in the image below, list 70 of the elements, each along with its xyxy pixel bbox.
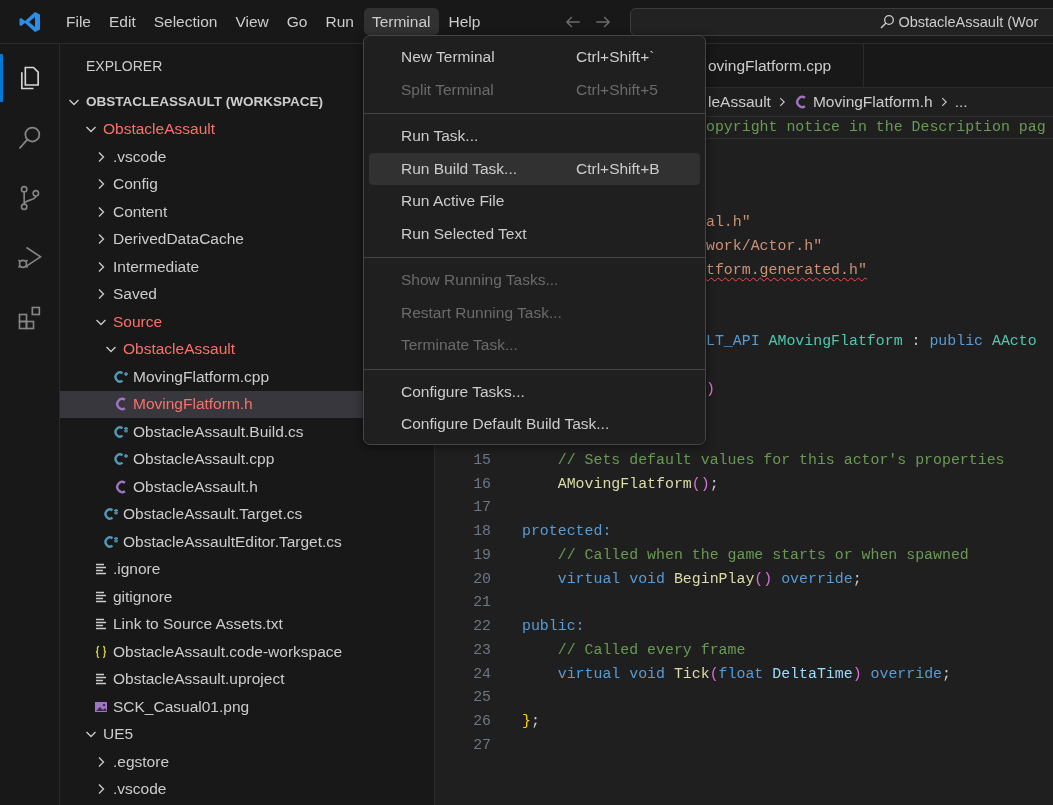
breadcrumb-item[interactable]: leAssault [708, 92, 771, 111]
tree-item[interactable]: ObstacleAssault.h [60, 473, 434, 501]
menu-item[interactable]: Edit [101, 8, 144, 35]
csharp-file-icon [103, 533, 119, 550]
code-line: // Sets default values for this actor's properties [556, 451, 1005, 468]
menu-item[interactable]: Run [317, 8, 362, 35]
line-number: 24 [473, 665, 491, 682]
code-line: public: [522, 618, 585, 635]
tree-item[interactable]: ObstacleAssault.cpp [60, 445, 434, 473]
code-line: al.h" [706, 214, 751, 231]
breadcrumb-item[interactable]: MovingFlatform.h [812, 92, 933, 111]
tree-item[interactable]: .ignore [60, 555, 434, 583]
code-line: }; [522, 713, 540, 730]
menu-item[interactable]: File [58, 8, 99, 35]
code-line: protected: [522, 523, 612, 540]
menu-option[interactable]: New Terminal Ctrl+Shift+` [369, 41, 700, 74]
menu-option[interactable]: Run Selected Text [369, 217, 700, 250]
csharp-file-icon [113, 423, 129, 440]
code-line: AMovingFlatform(); [556, 475, 719, 492]
code-line: virtual void BeginPlay() override; [556, 570, 862, 587]
line-number: 16 [473, 475, 491, 492]
line-number: 20 [473, 570, 491, 587]
tree-item[interactable]: ObstacleAssault.uproject [60, 665, 434, 693]
tree-item[interactable]: ObstacleAssaultEditor.Target.cs [60, 528, 434, 556]
line-number: 27 [473, 736, 491, 753]
line-number: 25 [473, 689, 491, 706]
menu-option[interactable]: Run Active File [369, 185, 700, 218]
code-line: // Called every frame [556, 641, 746, 658]
tree-item[interactable]: SCK_Casual01.png [60, 693, 434, 721]
line-number: 22 [473, 618, 491, 635]
explorer-title: EXPLORER [86, 58, 163, 74]
tree-item[interactable]: ObstacleAssault.code-workspace [60, 638, 434, 666]
line-number: 19 [473, 546, 491, 563]
keyboard-shortcut: Ctrl+Shift+5 [576, 80, 659, 99]
code-line: work/Actor.h" [706, 238, 823, 255]
code-line: // Called when the game starts or when spawned [556, 546, 969, 563]
code-line: tform.generated.h" [706, 261, 867, 278]
code-line: opyright notice in the Description pag [706, 119, 1046, 136]
keyboard-shortcut: Ctrl+Shift+` [576, 48, 656, 67]
menu-item[interactable]: Go [278, 8, 316, 35]
line-number: 18 [473, 523, 491, 540]
menu-item[interactable]: View [227, 8, 277, 35]
menu-item[interactable]: Terminal [363, 8, 439, 35]
code-line: LT_API AMovingFlatform : public AActo [706, 333, 1037, 350]
line-number: 17 [473, 499, 491, 516]
menu-item[interactable]: Selection [145, 8, 226, 35]
tree-item[interactable]: UE5 [60, 720, 434, 748]
command-center[interactable]: ObstacleAssault (Wor [630, 7, 1053, 36]
line-number: 21 [473, 594, 491, 611]
code-line: virtual void Tick(float DeltaTime) override; [556, 665, 951, 682]
tree-item[interactable]: ObstacleAssault.Target.cs [60, 500, 434, 528]
line-number: 15 [473, 451, 491, 468]
breadcrumb-item[interactable]: ... [954, 92, 968, 111]
menu-item[interactable]: Help [440, 8, 489, 35]
code-line: ) [706, 380, 715, 397]
cpp-file-icon [113, 451, 129, 468]
line-number: 23 [473, 641, 491, 658]
app-logo-icon [18, 9, 42, 34]
tree-item[interactable]: .vscode [60, 775, 434, 803]
tree-item[interactable]: .egstore [60, 748, 434, 776]
cpp-file-icon [113, 368, 129, 385]
tree-item[interactable]: gitignore [60, 583, 434, 611]
keyboard-shortcut: Ctrl+Shift+B [576, 159, 661, 178]
menu-option[interactable]: Run Build Task... Ctrl+Shift+B [369, 152, 700, 185]
menu-option[interactable]: Run Task... [369, 120, 700, 153]
tree-item[interactable]: Link to Source Assets.txt [60, 610, 434, 638]
braces-icon [93, 643, 109, 660]
search-icon [879, 13, 896, 30]
csharp-file-icon [103, 506, 119, 523]
line-number: 26 [473, 713, 491, 730]
